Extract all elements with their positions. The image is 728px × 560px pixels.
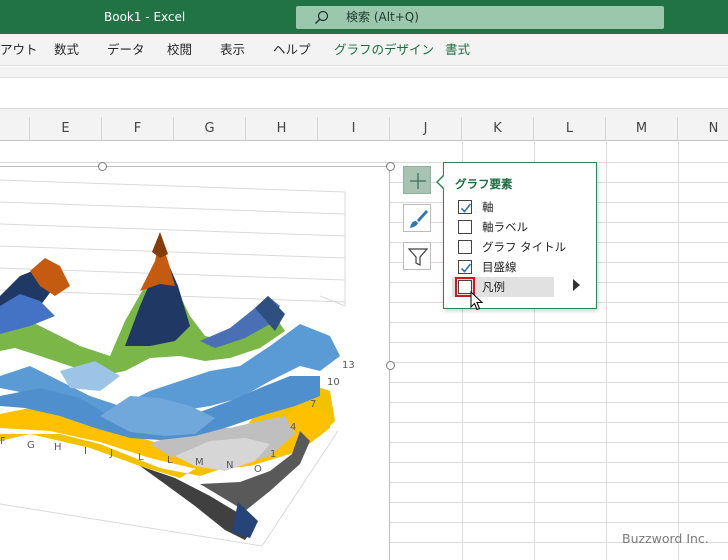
column-header-j[interactable]: J	[390, 117, 462, 141]
search-box[interactable]: 検索 (Alt+Q)	[296, 6, 664, 29]
legend-label: 凡例	[482, 280, 505, 294]
tab-data[interactable]: データ	[107, 34, 145, 66]
category-tick: L	[138, 452, 144, 463]
legend-submenu-arrow-icon[interactable]	[573, 279, 580, 291]
ribbon-collapsed-area	[0, 67, 728, 77]
axis-titles-checkbox[interactable]	[458, 220, 472, 234]
category-tick: N	[226, 460, 233, 471]
category-tick: I	[84, 446, 87, 457]
tab-review[interactable]: 校閲	[167, 34, 192, 66]
gridlines-label: 目盛線	[482, 260, 517, 274]
axes-label: 軸	[482, 200, 494, 214]
depth-tick: 1	[270, 449, 276, 460]
category-tick: O	[254, 464, 262, 475]
column-header-row: E F G H I J K L M N	[0, 117, 728, 141]
formula-bar[interactable]	[0, 77, 728, 108]
column-header-f[interactable]: F	[102, 117, 174, 141]
column-header-l[interactable]: L	[534, 117, 606, 141]
tab-page-layout[interactable]: アウト	[0, 34, 38, 66]
flyout-title: グラフ要素	[455, 177, 513, 191]
search-icon	[314, 10, 329, 25]
search-placeholder: 検索 (Alt+Q)	[346, 10, 419, 24]
depth-tick: 4	[290, 422, 296, 433]
window-title: Book1 - Excel	[104, 10, 186, 24]
plus-icon	[410, 173, 426, 189]
ribbon-tabs: アウト 数式 データ 校閲 表示 ヘルプ グラフのデザイン 書式	[0, 34, 728, 66]
chart-title-label: グラフ タイトル	[482, 240, 567, 254]
tab-view[interactable]: 表示	[220, 34, 245, 66]
flyout-pointer-inner	[438, 175, 445, 189]
checkmark-icon	[460, 203, 472, 213]
chart-element-axes[interactable]: 軸	[452, 197, 554, 217]
tab-format[interactable]: 書式	[445, 34, 470, 66]
axis-titles-label: 軸ラベル	[482, 220, 528, 234]
axes-checkbox[interactable]	[458, 200, 472, 214]
chart-styles-button[interactable]	[403, 204, 431, 232]
gridlines-checkbox[interactable]	[458, 260, 472, 274]
category-tick: G	[27, 440, 35, 451]
column-header-g[interactable]: G	[174, 117, 246, 141]
chart-element-axis-titles[interactable]: 軸ラベル	[452, 217, 554, 237]
column-header-e[interactable]: E	[30, 117, 102, 141]
chart-elements-flyout: グラフ要素 軸 軸ラベル グラフ タイトル 目盛線 凡例	[443, 162, 597, 309]
category-tick: J	[109, 448, 113, 459]
category-tick: L	[167, 455, 173, 466]
tab-chart-design[interactable]: グラフのデザイン	[334, 34, 434, 66]
category-tick: F	[0, 436, 6, 447]
resize-handle-top[interactable]	[98, 162, 107, 171]
title-bar: Book1 - Excel 検索 (Alt+Q)	[0, 0, 728, 34]
surface-chart[interactable]: 13 10 7 4 1 F G H I J L L M N O	[0, 166, 392, 560]
chart-title-checkbox[interactable]	[458, 240, 472, 254]
column-header-k[interactable]: K	[462, 117, 534, 141]
chart-element-chart-title[interactable]: グラフ タイトル	[452, 237, 566, 257]
filter-icon	[407, 248, 429, 266]
column-header-d[interactable]	[0, 117, 30, 141]
paintbrush-icon	[410, 210, 428, 228]
chart-filters-button[interactable]	[403, 242, 431, 270]
resize-handle-right[interactable]	[386, 361, 395, 370]
chart-element-gridlines[interactable]: 目盛線	[452, 257, 554, 277]
depth-tick: 10	[327, 377, 340, 388]
depth-tick: 13	[342, 360, 355, 371]
resize-handle-top-right[interactable]	[386, 162, 395, 171]
chart-element-legend[interactable]: 凡例	[452, 277, 554, 297]
checkmark-icon	[460, 263, 472, 273]
watermark: Buzzword Inc.	[622, 531, 709, 546]
category-tick: M	[195, 457, 204, 468]
column-header-m[interactable]: M	[606, 117, 678, 141]
column-header-i[interactable]: I	[318, 117, 390, 141]
tab-help[interactable]: ヘルプ	[273, 34, 311, 66]
column-header-h[interactable]: H	[246, 117, 318, 141]
tab-formulas[interactable]: 数式	[54, 34, 79, 66]
column-header-n[interactable]: N	[678, 117, 728, 141]
chart-elements-button[interactable]	[403, 166, 431, 194]
mouse-pointer-icon	[470, 291, 484, 311]
depth-tick: 7	[310, 399, 316, 410]
formula-bar-separator	[0, 108, 728, 117]
category-tick: H	[54, 442, 62, 453]
